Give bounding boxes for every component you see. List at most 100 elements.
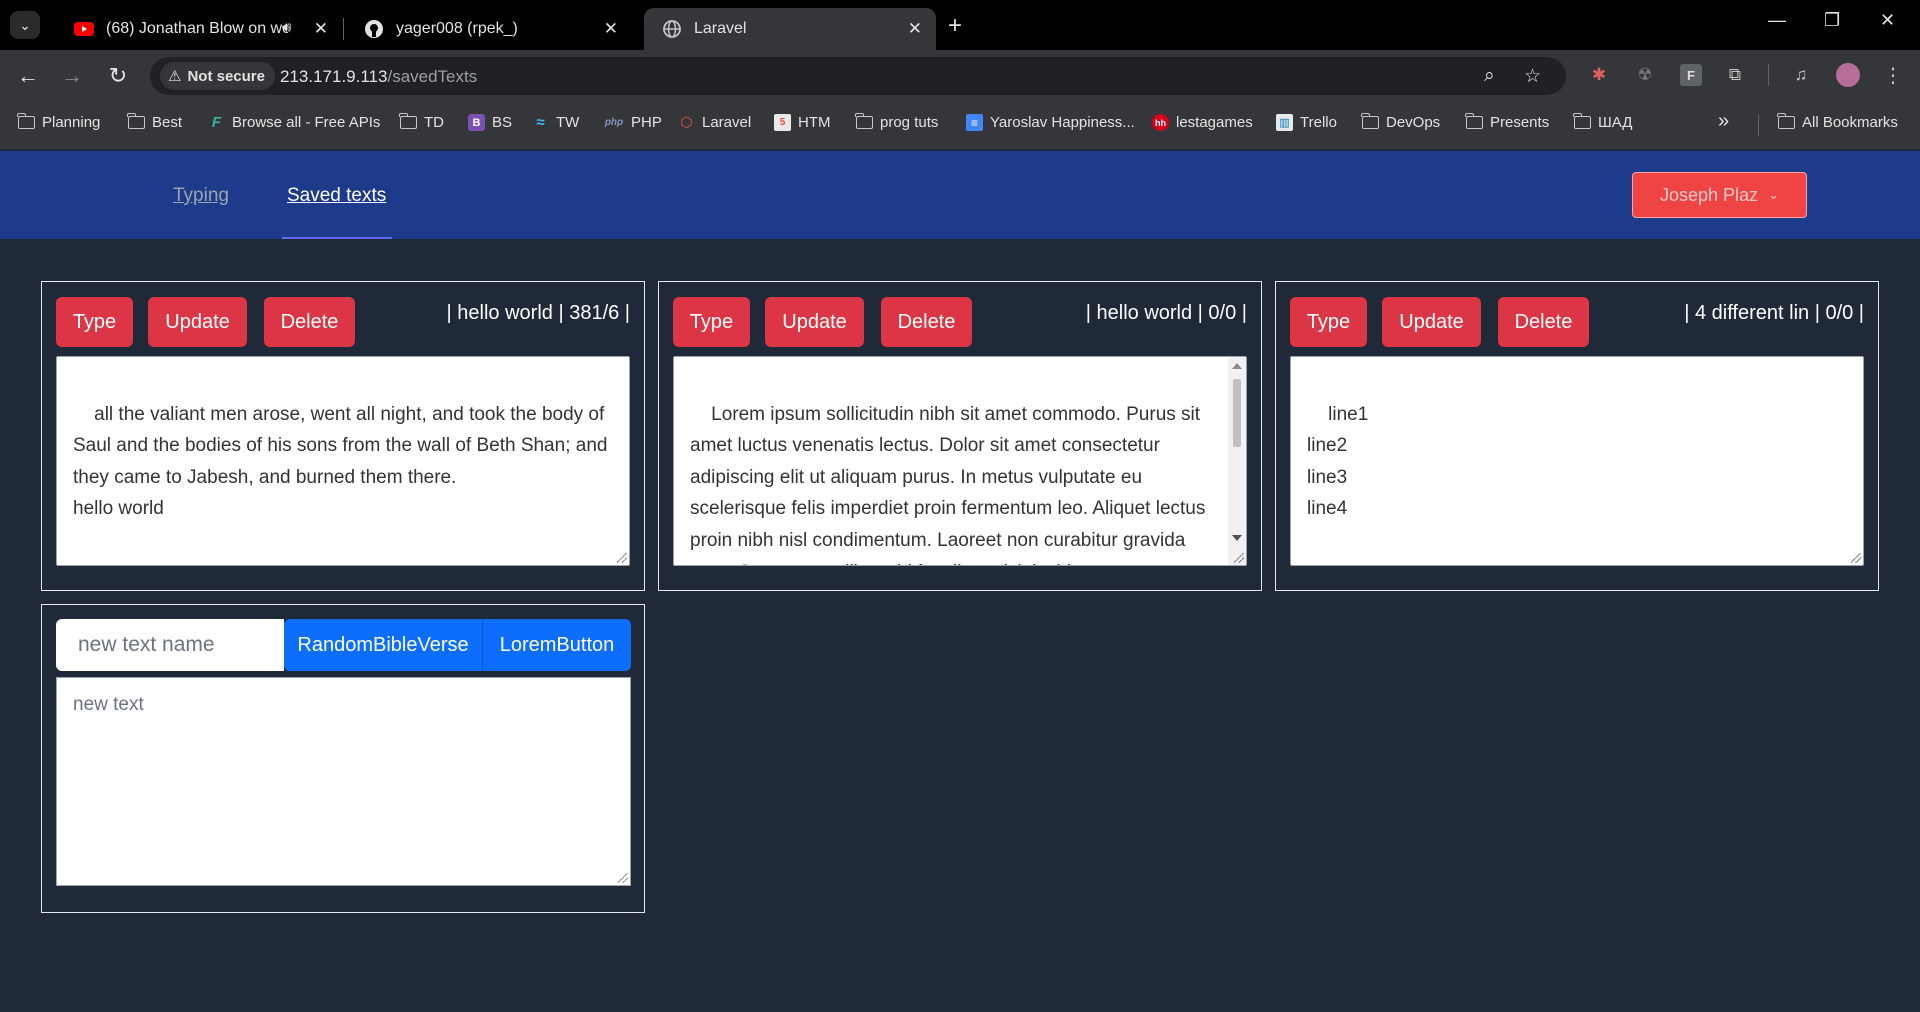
bookmark-td[interactable]: TD [399,113,444,131]
text-meta-label: | hello world | 381/6 | [446,302,630,324]
bookmark-star-icon[interactable]: ☆ [1524,65,1541,88]
bookmark-prog-tuts[interactable]: prog tuts [855,113,938,131]
saved-text-area[interactable]: Lorem ipsum sollicitudin nibh sit amet c… [673,356,1247,566]
close-tab-icon[interactable]: ✕ [314,19,328,39]
scroll-down-icon[interactable] [1232,535,1242,541]
url-text[interactable]: 213.171.9.113/savedTexts [280,67,477,87]
random-bible-verse-button[interactable]: RandomBibleVerse [284,619,482,671]
close-window-icon[interactable]: ✕ [1880,10,1895,31]
saved-text-area[interactable]: all the valiant men arose, went all nigh… [56,356,630,566]
bookmark-presents[interactable]: Presents [1465,113,1549,131]
speaker-icon[interactable]: 🔊︎ [282,19,291,36]
trello-icon: ▥ [1276,114,1293,131]
resize-handle-icon[interactable] [618,873,628,883]
youtube-icon [74,19,94,39]
folder-icon [17,113,35,131]
zoom-icon[interactable]: ⌕ [1484,65,1495,87]
tab-github[interactable]: yager008 (rpek_) ✕ [346,8,632,50]
scroll-thumb[interactable] [1233,379,1241,447]
extension-bug-icon[interactable]: ✱ [1588,64,1610,86]
folder-icon [1777,113,1795,131]
tailwind-icon: ≈ [536,114,545,131]
forward-icon[interactable]: → [58,62,86,90]
saved-text-card: Type Update Delete | hello world | 381/6… [41,281,645,591]
bookmark-tw[interactable]: ≈ TW [532,114,579,131]
docs-icon: ≡ [966,114,983,131]
laravel-icon: ⬡ [680,114,693,130]
saved-text-area[interactable]: line1 line2 line3 line4 [1290,356,1864,566]
bookmark-best[interactable]: Best [127,113,182,131]
folder-icon [127,113,145,131]
new-text-name-input[interactable]: new text name [56,619,284,671]
scroll-up-icon[interactable] [1232,363,1242,369]
close-tab-icon[interactable]: ✕ [908,19,922,39]
bookmark-trello[interactable]: ▥ Trello [1276,114,1337,131]
bookmark-htm[interactable]: 5 HTM [774,114,831,131]
folder-icon [1465,113,1483,131]
delete-button[interactable]: Delete [1498,297,1589,347]
bookmark-bs[interactable]: B BS [468,114,512,131]
app-header: Typing Saved texts Joseph Plaz ⌄ [0,151,1920,239]
delete-button[interactable]: Delete [881,297,972,347]
lorem-button[interactable]: LoremButton [482,619,631,671]
chevron-down-icon: ⌄ [1768,187,1779,202]
toolbar-divider [1768,64,1769,86]
bookmarks-overflow-icon[interactable]: » [1718,110,1729,133]
extension-radiation-icon[interactable]: ☢ [1634,64,1656,86]
new-text-card: new text name RandomBibleVerse LoremButt… [41,604,645,913]
new-tab-icon[interactable]: + [948,12,962,40]
address-bar[interactable]: ⚠ Not secure 213.171.9.113/savedTexts ⌕ … [150,57,1566,95]
resize-handle-icon[interactable] [1851,553,1861,563]
profile-avatar[interactable] [1836,63,1860,87]
bookmark-laravel[interactable]: ⬡ Laravel [678,114,751,131]
fapi-icon: F [211,114,222,131]
new-text-area[interactable]: new text [56,677,631,886]
tab-search-chevron-icon[interactable]: ⌄ [10,11,40,39]
github-icon [364,19,384,39]
type-button[interactable]: Type [673,297,750,347]
bookmark-planning[interactable]: Planning [17,113,100,131]
media-controls-icon[interactable]: ♫ [1790,64,1812,86]
folder-icon [399,113,417,131]
extension-f-icon[interactable]: F [1680,64,1702,86]
saved-text-card: Type Update Delete | 4 different lin | 0… [1275,281,1879,591]
resize-handle-icon[interactable] [1234,553,1244,563]
minimize-icon[interactable]: — [1768,10,1786,31]
update-button[interactable]: Update [1382,297,1481,347]
extensions-puzzle-icon[interactable]: ⧉ [1724,64,1746,86]
reload-icon[interactable]: ↻ [104,62,132,90]
browser-tab-bar: ⌄ (68) Jonathan Blow on work 🔊︎ ✕ yager0… [0,0,1920,50]
back-icon[interactable]: ← [14,62,42,90]
all-bookmarks[interactable]: All Bookmarks [1777,113,1898,131]
type-button[interactable]: Type [1290,297,1367,347]
tab-title: Laravel [694,20,747,37]
folder-icon [1573,113,1591,131]
bookmark-shad[interactable]: ШАД [1573,113,1632,131]
bookmark-php[interactable]: php PHP [604,114,662,131]
menu-kebab-icon[interactable]: ⋮ [1882,64,1904,87]
folder-icon [855,113,873,131]
bookmarks-divider [1758,114,1759,136]
tab-youtube[interactable]: (68) Jonathan Blow on work 🔊︎ ✕ [56,8,342,50]
resize-handle-icon[interactable] [617,553,627,563]
type-button[interactable]: Type [56,297,133,347]
delete-button[interactable]: Delete [264,297,355,347]
text-meta-label: | hello world | 0/0 | [1085,302,1247,324]
update-button[interactable]: Update [765,297,864,347]
bookmark-free-apis[interactable]: F Browse all - Free APIs [208,114,380,131]
bookmark-yaroslav[interactable]: ≡ Yaroslav Happiness... [966,114,1135,131]
tab-laravel[interactable]: Laravel ✕ [644,8,936,50]
nav-saved-texts-link[interactable]: Saved texts [287,185,386,207]
bookmarks-bar: Planning Best F Browse all - Free APIs TD… [0,100,1920,150]
nav-typing-link[interactable]: Typing [173,185,229,207]
textarea-scrollbar[interactable] [1228,357,1246,565]
update-button[interactable]: Update [148,297,247,347]
user-dropdown-button[interactable]: Joseph Plaz ⌄ [1632,172,1807,218]
folder-icon [1361,113,1379,131]
bookmark-lestagames[interactable]: hh lestagames [1152,114,1253,131]
close-tab-icon[interactable]: ✕ [604,19,618,39]
restore-icon[interactable]: ❐ [1824,10,1840,31]
security-chip[interactable]: ⚠ Not secure [160,62,275,90]
tab-title: (68) Jonathan Blow on work [106,20,288,37]
bookmark-devops[interactable]: DevOps [1361,113,1440,131]
